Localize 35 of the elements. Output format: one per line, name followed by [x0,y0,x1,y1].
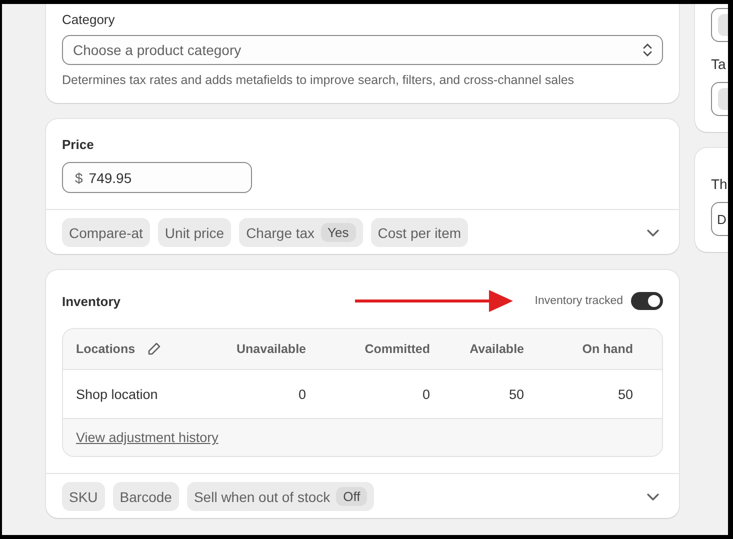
field-label: Ta [711,56,727,72]
table-cell-text: 50 [616,386,633,402]
section-title: Inventory [62,294,121,308]
chevron-down-icon[interactable] [647,492,659,500]
category-select[interactable]: Choose a product category [62,35,663,65]
field-label: Category [62,12,116,27]
table-cell-text: 0 [297,386,306,402]
table-cell-text: Shop location [76,386,159,402]
toggle-label: Inventory tracked [534,295,623,307]
section-title: Price [62,137,95,152]
column-header: Unavailable [236,342,306,356]
column-header: On hand [581,342,633,356]
price-field[interactable]: $ 749.95 [62,162,252,193]
column-header: Committed [364,342,430,356]
option-button[interactable]: Sell when out of stock Off [186,482,374,511]
history-link[interactable]: View adjustment history [76,430,218,445]
status-badge: Off [336,487,368,506]
table-cell-text: 50 [508,386,524,402]
option-button[interactable]: Barcode [112,482,179,511]
pencil-icon[interactable] [147,342,162,356]
inventory-toggle[interactable] [631,292,663,310]
option-button[interactable]: SKU [62,482,105,511]
option-button[interactable]: Compare-at [62,218,150,247]
option-button[interactable]: Unit price [158,218,232,247]
option-button[interactable]: Charge tax Yes [239,218,363,247]
text-field[interactable]: D [711,202,728,236]
help-text: Determines tax rates and adds metafields to improve search, filters, and cross-channel sales [62,73,576,87]
column-header: Available [468,342,524,356]
column-header: Locations [76,342,136,356]
up-down-chevron-icon [643,43,652,57]
option-button[interactable]: Cost per item [370,218,468,247]
chevron-down-icon[interactable] [647,228,659,236]
table-cell-text: 0 [421,386,430,402]
status-badge: Yes [320,223,356,242]
field-label: Th [711,176,728,192]
